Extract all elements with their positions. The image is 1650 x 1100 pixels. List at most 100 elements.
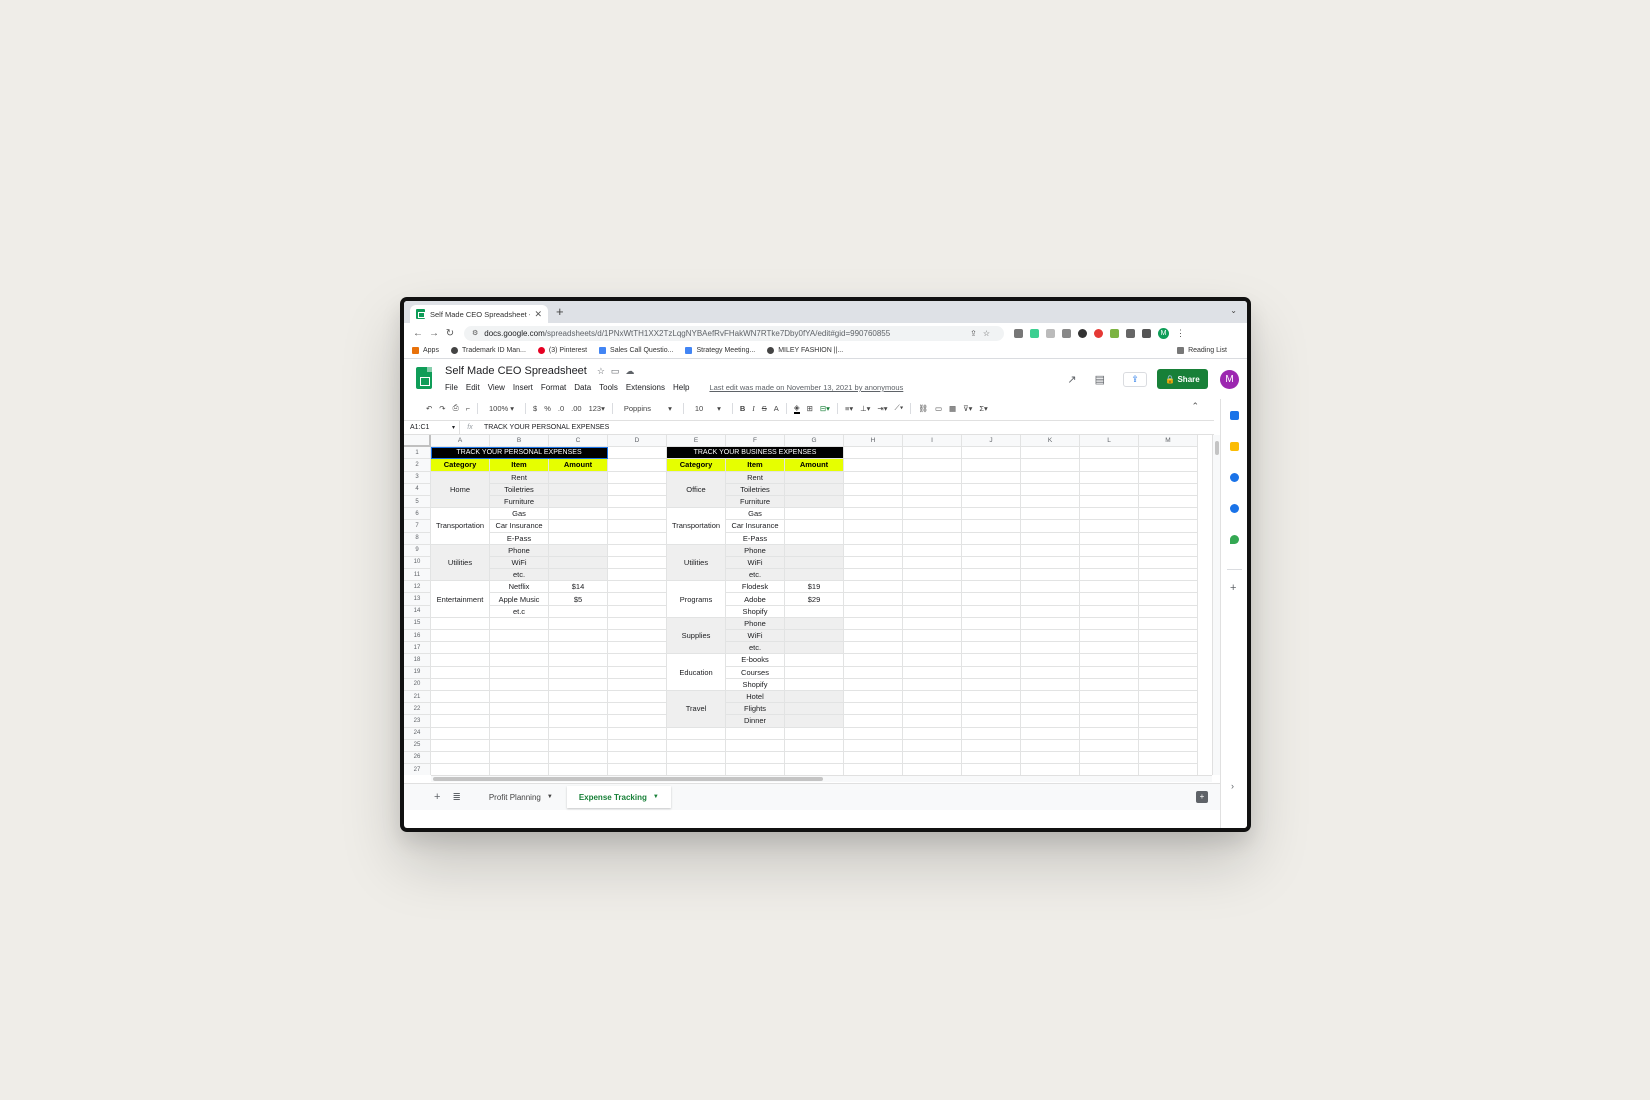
- avatar[interactable]: M: [1220, 369, 1239, 389]
- cell[interactable]: [608, 764, 667, 775]
- camera-icon[interactable]: [1014, 328, 1023, 338]
- italic-button[interactable]: I: [752, 404, 755, 413]
- amount-cell[interactable]: $5: [549, 593, 608, 606]
- amount-cell[interactable]: [785, 715, 844, 728]
- amount-cell[interactable]: [549, 544, 608, 557]
- category-cell[interactable]: Utilities: [431, 544, 490, 582]
- item-cell[interactable]: Furniture: [490, 495, 549, 509]
- item-cell[interactable]: Dinner: [726, 715, 785, 728]
- item-cell[interactable]: Rent: [490, 471, 549, 484]
- cell[interactable]: [549, 739, 608, 752]
- amount-cell[interactable]: [785, 617, 844, 630]
- vertical-scrollbar[interactable]: [1212, 435, 1220, 775]
- cell[interactable]: [608, 715, 667, 728]
- cell[interactable]: [608, 739, 667, 752]
- extension-icon[interactable]: [1030, 328, 1039, 338]
- cell[interactable]: [1139, 520, 1198, 533]
- currency-button[interactable]: $: [533, 404, 537, 413]
- cell[interactable]: [1080, 703, 1139, 716]
- amount-cell[interactable]: [785, 642, 844, 655]
- cell[interactable]: [726, 764, 785, 775]
- table-title[interactable]: TRACK YOUR PERSONAL EXPENSES: [431, 447, 608, 460]
- cell[interactable]: [490, 715, 549, 728]
- amount-cell[interactable]: [785, 508, 844, 521]
- cell[interactable]: [608, 569, 667, 582]
- cell[interactable]: [903, 654, 962, 667]
- item-cell[interactable]: Gas: [490, 508, 549, 521]
- cell[interactable]: [1080, 727, 1139, 740]
- cell[interactable]: [1139, 447, 1198, 460]
- cell[interactable]: [608, 678, 667, 691]
- row-header[interactable]: 12: [404, 581, 431, 594]
- cell[interactable]: [1080, 532, 1139, 545]
- cell[interactable]: [903, 666, 962, 679]
- cell[interactable]: [1021, 483, 1080, 496]
- amount-cell[interactable]: [785, 690, 844, 704]
- amount-cell[interactable]: [549, 605, 608, 618]
- last-edit-link[interactable]: Last edit was made on November 13, 2021 …: [709, 383, 903, 392]
- menu-data[interactable]: Data: [574, 383, 591, 392]
- item-cell[interactable]: etc.: [490, 569, 549, 582]
- cell[interactable]: [903, 532, 962, 545]
- cell[interactable]: [490, 642, 549, 655]
- cell[interactable]: [1139, 739, 1198, 752]
- cell[interactable]: [1021, 581, 1080, 594]
- row-header[interactable]: 14: [404, 605, 431, 618]
- horizontal-scrollbar[interactable]: [431, 775, 1212, 782]
- amount-cell[interactable]: [549, 556, 608, 570]
- zoom-select[interactable]: 100% ▾: [485, 404, 518, 413]
- cell[interactable]: [1139, 508, 1198, 521]
- extension-icon[interactable]: [1046, 328, 1055, 338]
- cell[interactable]: [903, 495, 962, 509]
- sheets-logo-icon[interactable]: [416, 367, 432, 389]
- row-header[interactable]: 19: [404, 666, 431, 679]
- cell[interactable]: [962, 508, 1021, 521]
- column-header-cell[interactable]: Item: [726, 459, 785, 472]
- insert-comment-icon[interactable]: ▭: [935, 404, 942, 413]
- reading-queue-icon[interactable]: [1142, 328, 1151, 338]
- cell[interactable]: [431, 690, 490, 704]
- insert-chart-icon[interactable]: ▦: [949, 404, 956, 413]
- cell[interactable]: [962, 581, 1021, 594]
- menu-extensions[interactable]: Extensions: [626, 383, 665, 392]
- item-cell[interactable]: E-books: [726, 654, 785, 667]
- amount-cell[interactable]: [785, 703, 844, 716]
- select-all-corner[interactable]: [404, 435, 431, 448]
- item-cell[interactable]: etc.: [726, 569, 785, 582]
- cell[interactable]: [1139, 495, 1198, 509]
- item-cell[interactable]: Phone: [490, 544, 549, 557]
- reload-icon[interactable]: ↻: [442, 328, 458, 339]
- cell[interactable]: [903, 569, 962, 582]
- cell[interactable]: [962, 739, 1021, 752]
- contacts-icon[interactable]: [1230, 504, 1239, 513]
- cell[interactable]: [1021, 495, 1080, 509]
- cell[interactable]: [431, 764, 490, 775]
- cell[interactable]: [903, 715, 962, 728]
- cell[interactable]: [903, 471, 962, 484]
- item-cell[interactable]: Shopify: [726, 605, 785, 618]
- cell[interactable]: [431, 727, 490, 740]
- bookmark-item[interactable]: Strategy Meeting...: [685, 347, 755, 354]
- amount-cell[interactable]: [785, 532, 844, 545]
- cell[interactable]: [903, 447, 962, 460]
- text-wrap-icon[interactable]: ⇥▾: [877, 404, 887, 413]
- cell[interactable]: [1139, 630, 1198, 643]
- column-header[interactable]: J: [962, 435, 1021, 448]
- item-cell[interactable]: E-Pass: [490, 532, 549, 545]
- cell[interactable]: [903, 751, 962, 765]
- cell[interactable]: [844, 605, 903, 618]
- item-cell[interactable]: WiFi: [490, 556, 549, 570]
- align-vertical-icon[interactable]: ⊥▾: [860, 404, 870, 413]
- cell[interactable]: [844, 593, 903, 606]
- cell[interactable]: [490, 751, 549, 765]
- bookmark-item[interactable]: Sales Call Questio...: [599, 347, 673, 354]
- cell[interactable]: [844, 447, 903, 460]
- cell[interactable]: [1080, 678, 1139, 691]
- cell[interactable]: [1080, 471, 1139, 484]
- cell[interactable]: [1080, 520, 1139, 533]
- cell[interactable]: [1021, 605, 1080, 618]
- column-header[interactable]: I: [903, 435, 962, 448]
- cell[interactable]: [844, 751, 903, 765]
- cell[interactable]: [608, 605, 667, 618]
- column-header[interactable]: M: [1139, 435, 1198, 448]
